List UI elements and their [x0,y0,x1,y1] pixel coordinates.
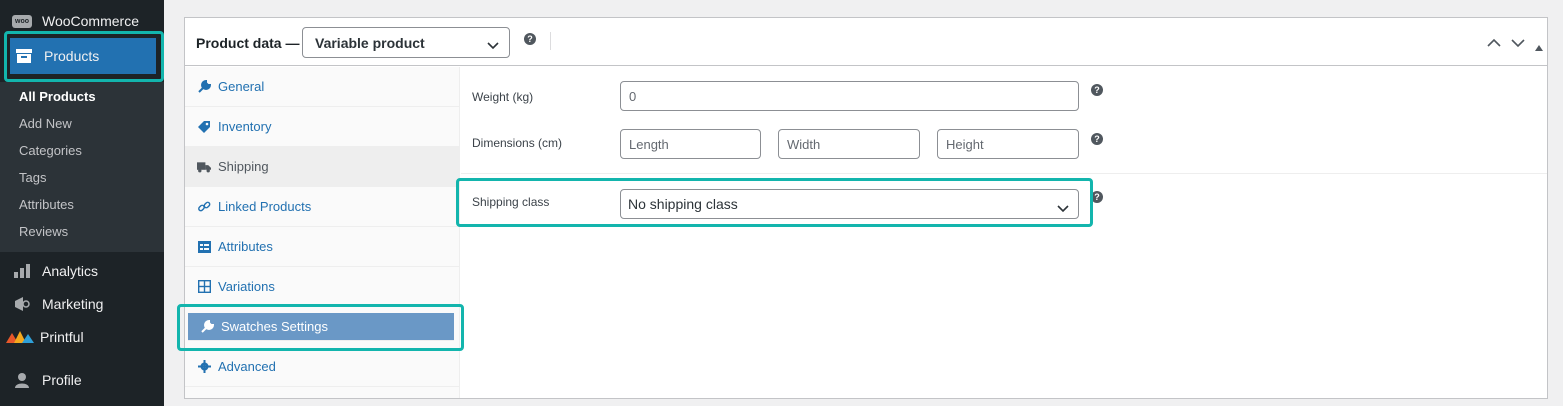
product-type-value: Variable product [315,34,425,51]
tab-linked-products[interactable]: Linked Products [185,187,460,227]
tab-general-label: General [218,79,265,94]
move-up-icon[interactable] [1487,35,1501,51]
submenu-add-new[interactable]: Add New [19,116,72,131]
move-down-icon[interactable] [1511,35,1525,51]
help-icon[interactable]: ? [1091,133,1103,145]
menu-marketing-label: Marketing [42,296,104,312]
product-data-header: Product data — Variable product ? [185,18,1547,66]
menu-analytics-label: Analytics [42,263,99,279]
submenu-attributes[interactable]: Attributes [19,197,74,212]
weight-input[interactable]: 0 [620,81,1079,111]
tab-inventory[interactable]: Inventory [185,107,460,147]
printful-logo-icon [6,327,34,347]
products-submenu: All Products Add New Categories Tags Att… [0,82,164,252]
chevron-down-icon [487,37,499,53]
list-table-icon [197,240,211,254]
highlight-shipping-class [456,178,1093,227]
menu-woocommerce-label: WooCommerce [42,13,139,29]
menu-analytics[interactable]: Analytics [0,254,164,288]
product-type-select[interactable]: Variable product [302,27,510,58]
toggle-panel-icon[interactable] [1535,38,1543,54]
tab-advanced[interactable]: Advanced [185,347,460,387]
user-icon [12,370,32,390]
woocommerce-icon: woo [12,11,32,31]
submenu-categories[interactable]: Categories [19,143,82,158]
highlight-products [4,31,164,82]
tab-attributes[interactable]: Attributes [185,227,460,267]
truck-icon [197,160,211,174]
help-icon[interactable]: ? [524,33,536,45]
menu-printful[interactable]: Printful [0,320,164,354]
weight-label: Weight (kg) [472,90,534,104]
submenu-reviews[interactable]: Reviews [19,224,68,239]
dimensions-label: Dimensions (cm) [472,136,563,150]
menu-printful-label: Printful [40,329,84,345]
tab-advanced-label: Advanced [218,359,276,374]
link-icon [197,200,211,214]
tab-shipping-label: Shipping [218,159,269,174]
submenu-all-products[interactable]: All Products [19,89,96,104]
length-input[interactable]: Length [620,129,761,159]
tag-icon [197,120,211,134]
menu-profile[interactable]: Profile [0,363,164,397]
section-divider [461,173,1547,174]
menu-marketing[interactable]: Marketing [0,287,164,321]
product-data-title: Product data — [196,35,300,51]
tab-shipping[interactable]: Shipping [185,147,460,187]
bar-chart-icon [12,261,32,281]
tab-general[interactable]: General [185,67,460,107]
tab-attributes-label: Attributes [218,239,273,254]
tab-variations-label: Variations [218,279,275,294]
header-divider [550,32,551,50]
menu-profile-label: Profile [42,372,82,388]
width-input[interactable]: Width [778,129,920,159]
megaphone-icon [12,294,32,314]
gear-icon [197,360,211,374]
height-input[interactable]: Height [937,129,1079,159]
help-icon[interactable]: ? [1091,84,1103,96]
highlight-swatches-settings [177,304,464,351]
tab-inventory-label: Inventory [218,119,272,134]
grid-icon [197,280,211,294]
tab-linked-products-label: Linked Products [218,199,312,214]
wrench-icon [197,80,211,94]
tab-variations[interactable]: Variations [185,267,460,307]
submenu-tags[interactable]: Tags [19,170,46,185]
